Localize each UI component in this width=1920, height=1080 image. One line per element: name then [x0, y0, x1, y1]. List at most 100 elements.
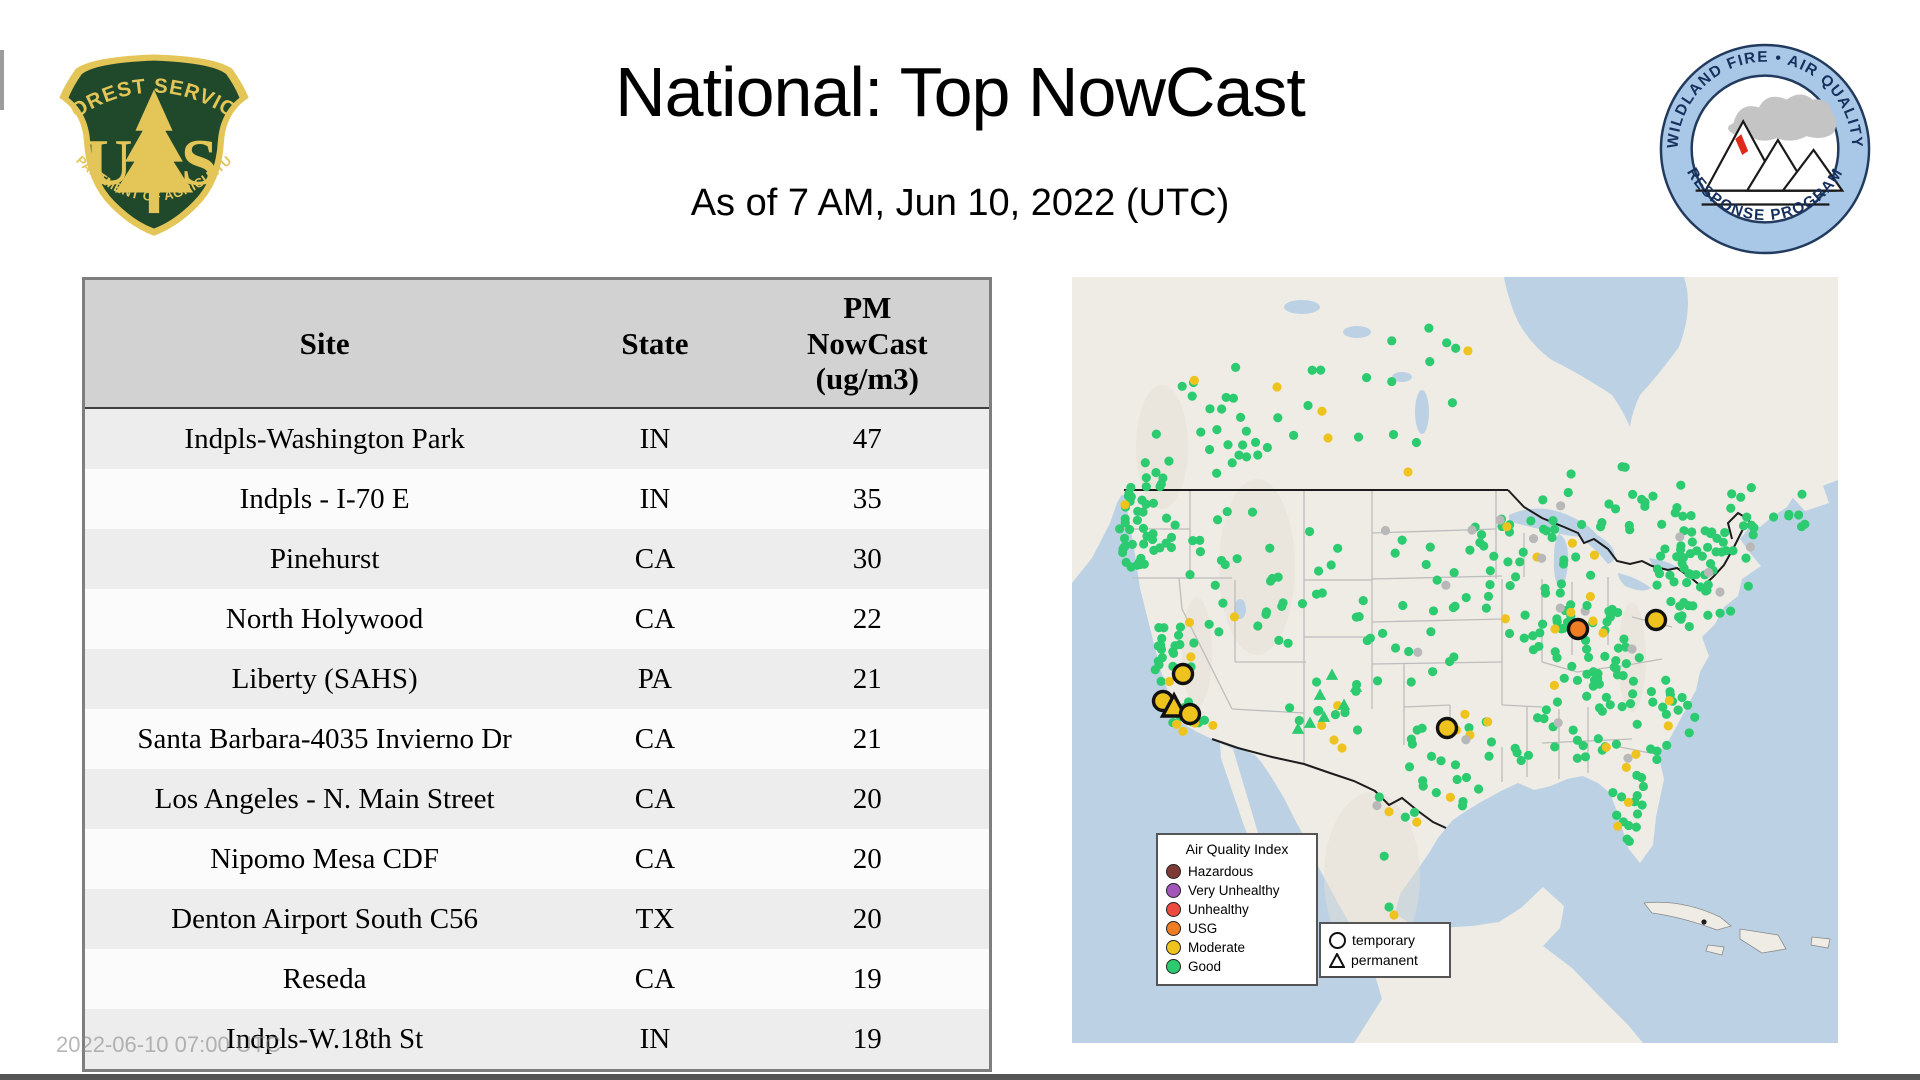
monitor-dot — [1675, 601, 1685, 611]
aqi-color-swatch — [1166, 959, 1181, 974]
table-row: Santa Barbara-4035 Invierno Dr CA 21 — [83, 709, 991, 769]
monitor-dot — [1398, 600, 1408, 611]
monitor-dot — [1413, 647, 1423, 657]
monitor-dot — [1463, 346, 1473, 356]
monitor-dot — [1619, 634, 1629, 644]
monitor-dot — [1601, 742, 1611, 752]
monitor-dot — [1138, 507, 1148, 517]
monitor-dot — [1156, 644, 1167, 654]
monitor-dot — [1185, 570, 1195, 580]
monitor-dot — [1539, 714, 1549, 724]
monitor-dot — [1572, 675, 1583, 685]
monitor-dot — [1589, 550, 1600, 560]
state-cell: TX — [564, 889, 746, 949]
monitor-dot — [1449, 652, 1459, 662]
monitor-dot — [1358, 596, 1368, 606]
monitor-dot — [1745, 542, 1755, 552]
monitor-dot — [1726, 503, 1736, 513]
monitor-dot — [1409, 807, 1420, 817]
monitor-dot — [1307, 365, 1317, 375]
pm-cell: 19 — [745, 1009, 991, 1071]
monitor-dot — [1234, 450, 1244, 460]
monitor-dot — [1555, 603, 1565, 613]
monitor-dot — [1632, 809, 1643, 819]
permanent-label: permanent — [1351, 952, 1418, 968]
monitor-dot — [1550, 742, 1560, 752]
monitor-dot — [1379, 851, 1389, 861]
monitor-dot — [1428, 667, 1438, 677]
monitor-dot — [1549, 680, 1559, 690]
aqi-color-swatch — [1166, 940, 1181, 955]
monitor-dot — [1674, 612, 1684, 622]
monitor-dot — [1218, 598, 1228, 608]
table-row: Indpls - I-70 E IN 35 — [83, 469, 991, 529]
monitor-dot — [1646, 686, 1656, 697]
monitor-dot — [1317, 406, 1327, 416]
monitor-dot — [1262, 442, 1272, 453]
monitor-dot — [1154, 623, 1164, 633]
monitor-dot — [1627, 644, 1637, 654]
monitor-dot — [1452, 774, 1462, 785]
monitor-dot — [1518, 547, 1528, 557]
site-cell: Pinehurst — [83, 529, 565, 589]
monitor-dot — [1151, 429, 1161, 439]
monitor-dot — [1467, 525, 1477, 535]
monitor-dot — [1684, 621, 1694, 632]
monitor-dot — [1175, 639, 1185, 650]
monitor-dot — [1265, 543, 1275, 553]
monitor-dot — [1188, 536, 1198, 546]
monitor-dot — [1156, 676, 1166, 686]
aqi-legend-item: Moderate — [1166, 938, 1308, 957]
monitor-dot — [1161, 513, 1172, 523]
monitor-dot — [1164, 676, 1174, 687]
monitor-dot — [1425, 357, 1435, 367]
table-row: Los Angeles - N. Main Street CA 20 — [83, 769, 991, 829]
monitor-dot — [1611, 739, 1621, 749]
monitor-dot — [1451, 343, 1461, 353]
monitor-dot — [1428, 606, 1439, 616]
aqi-legend-items: Hazardous Very Unhealthy Unhealthy USG Moder… — [1166, 862, 1308, 976]
monitor-dot — [1669, 577, 1679, 587]
monitor-dot — [1583, 652, 1594, 663]
monitor-dot — [1559, 673, 1569, 683]
monitor-dot — [1516, 755, 1526, 766]
monitor-dot — [1175, 622, 1186, 632]
monitor-dot — [1648, 491, 1658, 501]
monitor-dot — [1678, 553, 1689, 563]
monitor-dot — [1703, 567, 1714, 578]
monitor-dot — [1600, 651, 1610, 661]
table-body: Indpls-Washington Park IN 47 Indpls - I-70 … — [83, 408, 991, 1071]
table-row: North Holywood CA 22 — [83, 589, 991, 649]
monitor-dot — [1677, 692, 1687, 703]
monitor-dot — [1418, 781, 1428, 791]
monitor-dot — [1377, 628, 1388, 639]
monitor-dot — [1505, 580, 1515, 591]
monitor-dot — [1412, 817, 1422, 827]
monitor-dot — [1389, 910, 1399, 920]
monitor-dot — [1486, 737, 1497, 747]
monitor-dot — [1311, 589, 1322, 599]
monitor-dot — [1648, 697, 1658, 707]
monitor-dot — [1586, 570, 1596, 580]
monitor-dot — [1205, 404, 1215, 414]
monitor-dot — [1132, 515, 1142, 525]
monitor-dot — [1277, 601, 1287, 611]
monitor-dot — [1406, 734, 1416, 744]
monitor-dot — [1481, 603, 1491, 613]
monitor-dot — [1212, 468, 1222, 478]
monitor-dot — [1397, 535, 1407, 545]
monitor-dot — [1572, 753, 1582, 763]
monitor-dot — [1164, 456, 1174, 466]
state-cell: IN — [564, 469, 746, 529]
monitor-dot — [1495, 515, 1505, 525]
aqi-legend-label: Very Unhealthy — [1188, 883, 1280, 898]
monitor-dot — [1436, 756, 1446, 766]
monitor-dot — [1549, 524, 1560, 534]
page-subtitle: As of 7 AM, Jun 10, 2022 (UTC) — [690, 182, 1230, 224]
monitor-dot — [1746, 483, 1756, 493]
monitor-dot — [1196, 427, 1206, 437]
monitor-dot — [1461, 592, 1471, 603]
monitor-dot — [1424, 323, 1434, 333]
monitor-dot — [1701, 919, 1707, 925]
monitor-dot — [1426, 627, 1436, 637]
